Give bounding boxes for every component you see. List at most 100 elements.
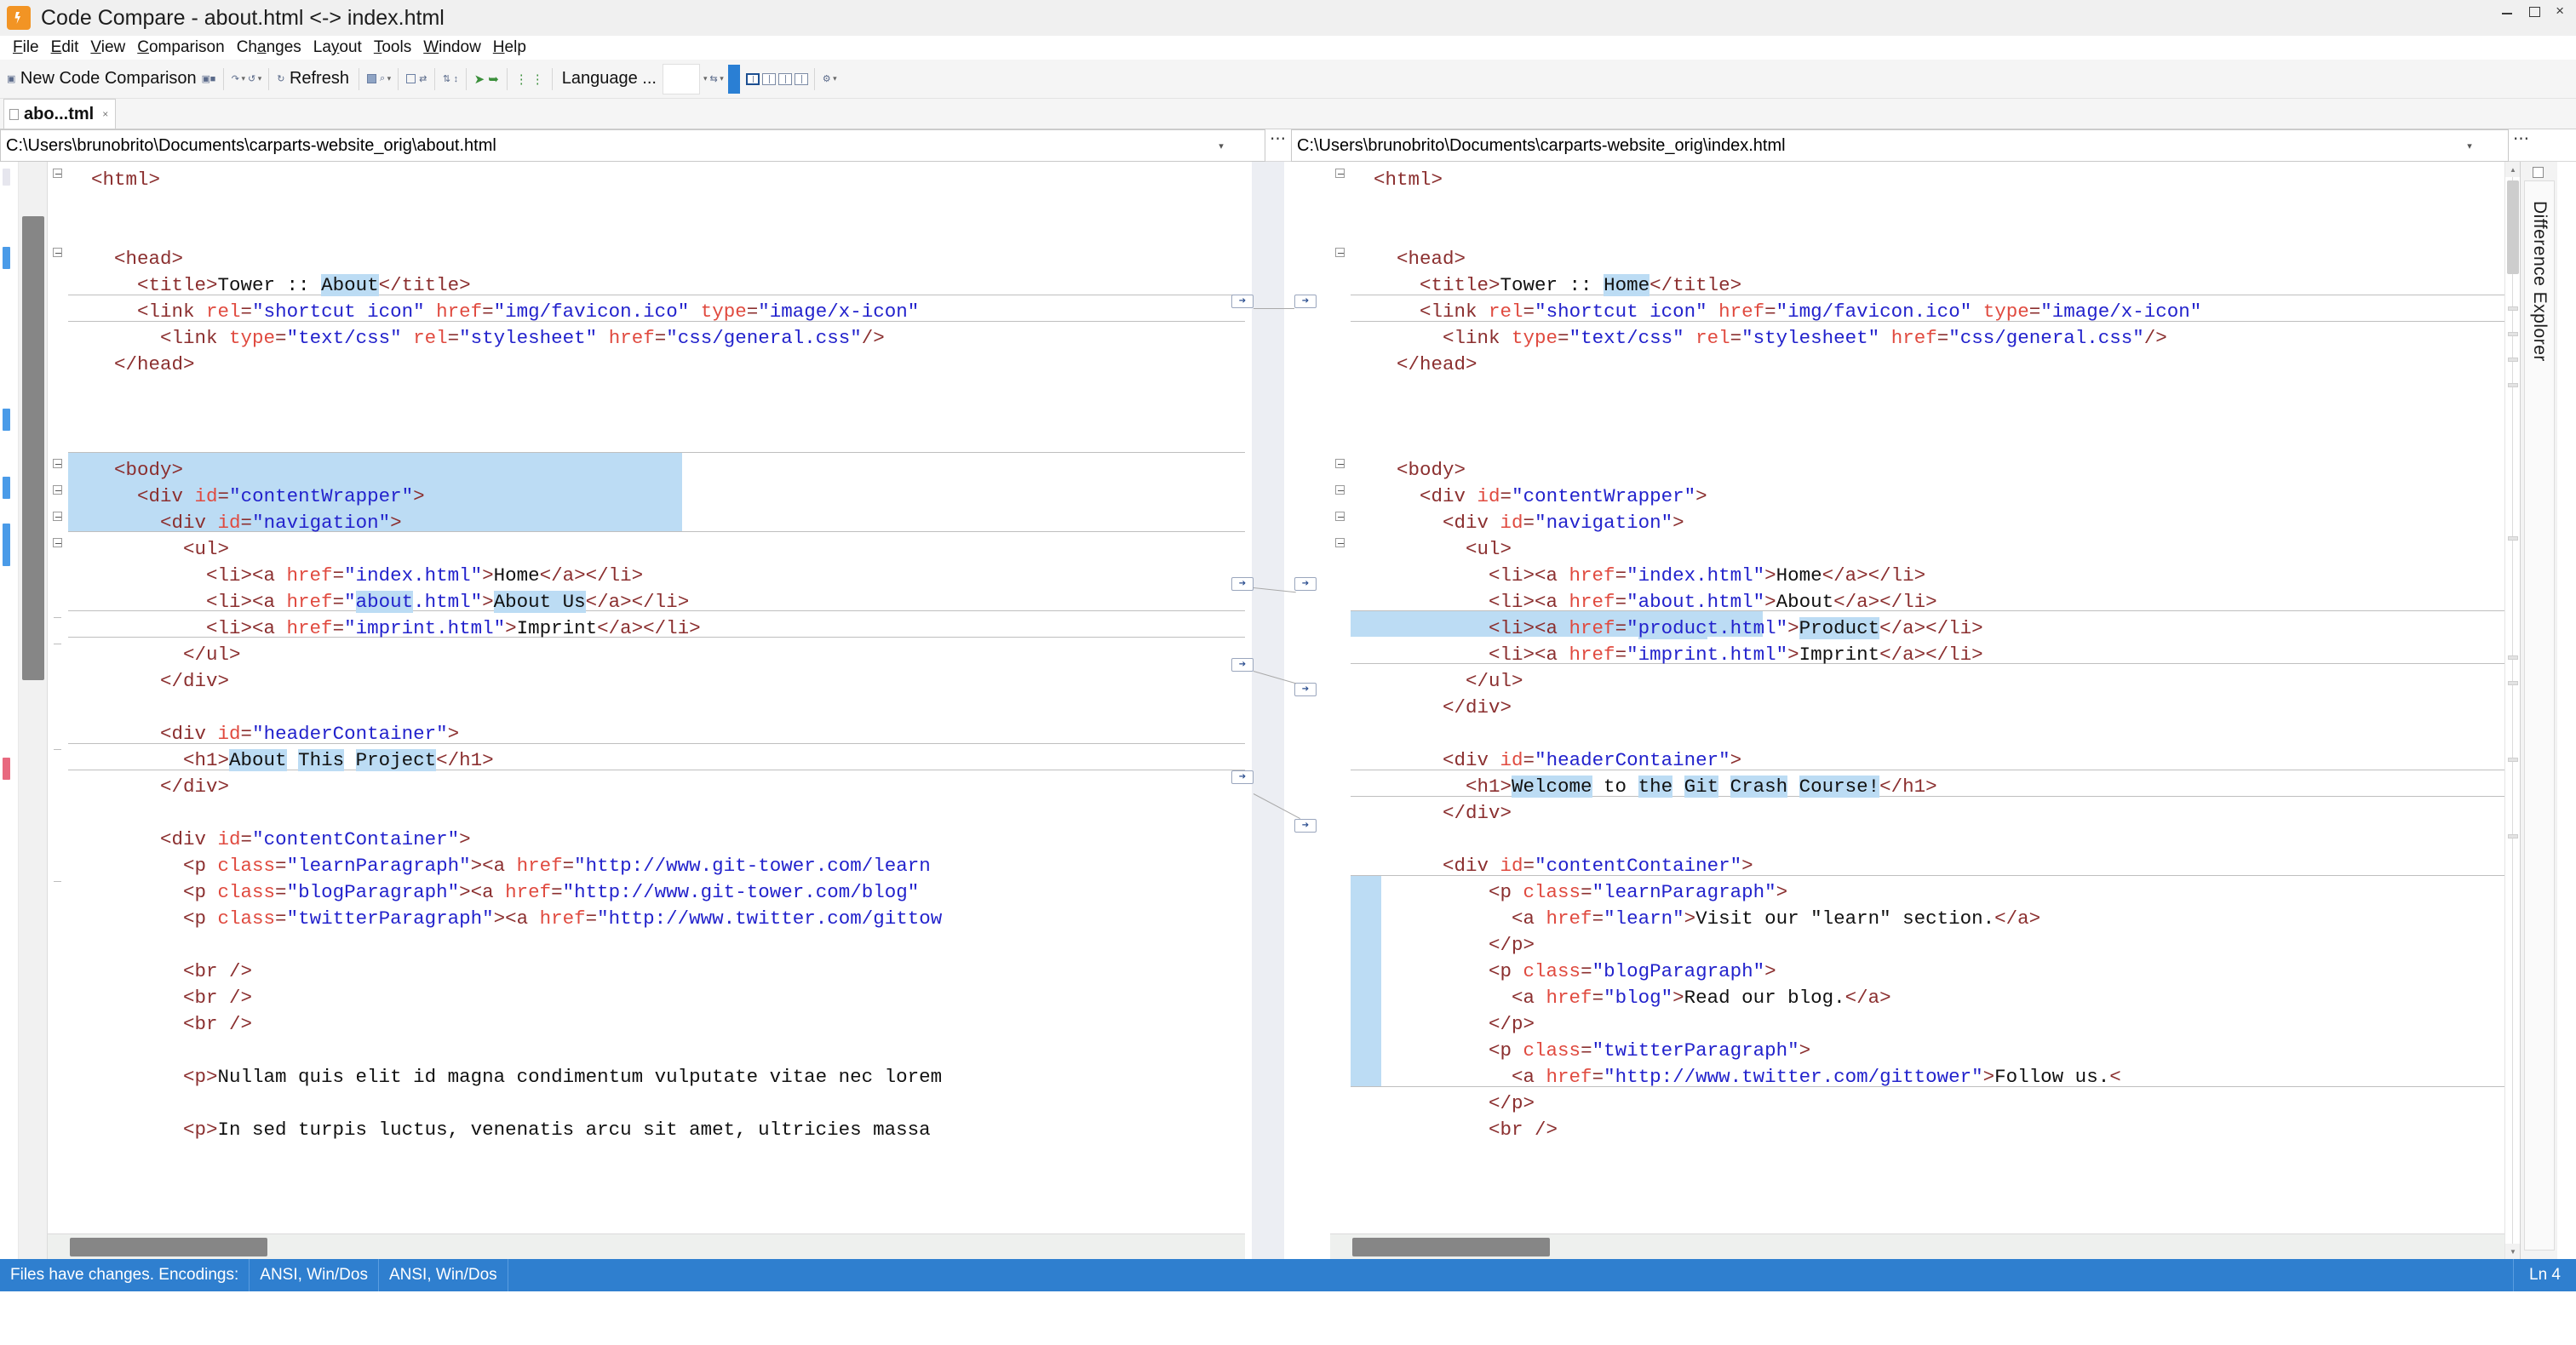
code-token: >: [1730, 749, 1742, 771]
collapse-all-icon[interactable]: ↕: [452, 74, 460, 84]
left-scroll-gutter[interactable]: [19, 162, 48, 1259]
settings-chevron-icon[interactable]: ▾: [832, 74, 838, 83]
copy-to-left-button[interactable]: ➔: [1294, 577, 1317, 591]
expand-all-icon[interactable]: ⇅: [441, 73, 452, 84]
left-path-more-icon[interactable]: ⋯: [1265, 129, 1291, 161]
left-path-box[interactable]: C:\Users\brunobrito\Documents\carparts-w…: [0, 129, 1265, 162]
redo-chevron-icon[interactable]: ▾: [257, 74, 263, 83]
new-comparison-icon[interactable]: ▣: [5, 73, 17, 84]
layout-vertical-icon[interactable]: [745, 72, 760, 85]
scroll-up-icon[interactable]: ▲: [2505, 162, 2520, 177]
code-line: </ul>: [68, 642, 1245, 668]
first-change-icon[interactable]: ⋮: [513, 72, 530, 87]
left-code-pane[interactable]: <html> <head> <title>Tower :: About</tit…: [48, 162, 1245, 1259]
status-bar: Files have changes. Encodings: ANSI, Win…: [0, 1259, 2576, 1291]
right-code-text[interactable]: <html> <head> <title>Tower :: Home</titl…: [1351, 162, 2520, 1259]
code-token: id: [1500, 512, 1523, 534]
fold-toggle-icon[interactable]: [53, 485, 62, 495]
fold-toggle-icon[interactable]: [53, 459, 62, 468]
layout-inline-icon[interactable]: [777, 72, 792, 85]
copy-to-left-button[interactable]: ➔: [1294, 295, 1317, 308]
settings-icon[interactable]: ⚙: [821, 73, 832, 84]
fold-toggle-icon[interactable]: [53, 512, 62, 521]
menu-edit[interactable]: Edit: [45, 38, 85, 57]
code-line: <div id="navigation">: [68, 510, 1245, 536]
menu-comparison[interactable]: Comparison: [131, 38, 230, 57]
code-token: >: [447, 723, 460, 745]
copy-to-right-button[interactable]: ➔: [1231, 658, 1254, 672]
fold-toggle-icon[interactable]: [1335, 459, 1345, 468]
close-icon[interactable]: ×: [2556, 3, 2564, 18]
right-path-box[interactable]: C:\Users\brunobrito\Documents\carparts-w…: [1291, 129, 2509, 162]
scroll-thumb[interactable]: [70, 1238, 267, 1256]
find-chevron-icon[interactable]: ▾: [387, 74, 393, 83]
merge-icon[interactable]: ⇄: [417, 73, 428, 84]
fold-toggle-icon[interactable]: [53, 248, 62, 257]
new-code-comparison-button[interactable]: New Code Comparison: [17, 69, 200, 89]
redo-icon[interactable]: ↺: [246, 73, 257, 84]
menu-window[interactable]: Window: [417, 38, 487, 57]
language-button[interactable]: Language ...: [559, 69, 660, 89]
code-token: =: [1558, 327, 1569, 349]
left-change-overview[interactable]: [0, 162, 19, 1259]
sync-scroll-chevron-icon[interactable]: ▾: [719, 74, 725, 83]
minimize-icon[interactable]: [2501, 5, 2513, 17]
next-change-icon[interactable]: ➤: [473, 72, 487, 87]
copy-to-left-button[interactable]: ➔: [1294, 683, 1317, 696]
right-vertical-scrollbar[interactable]: ▲ ▼: [2504, 162, 2520, 1259]
scroll-thumb[interactable]: [22, 216, 44, 680]
prev-change-icon[interactable]: ➥: [486, 72, 501, 87]
menu-changes[interactable]: Changes: [231, 38, 307, 57]
menu-view[interactable]: View: [84, 38, 131, 57]
left-code-text[interactable]: <html> <head> <title>Tower :: About</tit…: [68, 162, 1245, 1259]
maximize-icon[interactable]: [2528, 5, 2541, 17]
code-token: class: [217, 881, 276, 903]
scroll-down-icon[interactable]: ▼: [2505, 1244, 2520, 1259]
refresh-icon[interactable]: ↻: [275, 73, 286, 84]
code-token: id: [1477, 485, 1500, 507]
scroll-thumb[interactable]: [1352, 1238, 1550, 1256]
chevron-down-icon[interactable]: ▾: [1210, 140, 1232, 152]
fold-toggle-icon[interactable]: [1335, 485, 1345, 495]
menu-help[interactable]: Help: [487, 38, 532, 57]
copy-to-left-button[interactable]: ➔: [1294, 819, 1317, 833]
menu-layout[interactable]: Layout: [307, 38, 368, 57]
copy-to-right-button[interactable]: ➔: [1231, 295, 1254, 308]
fold-toggle-icon[interactable]: [1335, 512, 1345, 521]
fold-toggle-icon[interactable]: [1335, 538, 1345, 547]
fold-toggle-icon[interactable]: [53, 169, 62, 178]
close-tab-icon[interactable]: ×: [102, 108, 108, 120]
menu-file[interactable]: File: [7, 38, 45, 57]
language-value-box[interactable]: [662, 63, 700, 94]
code-line: <li><a href="about.html">About Us</a></l…: [68, 589, 1245, 615]
layout-unified-icon[interactable]: [794, 72, 808, 85]
left-horizontal-scrollbar[interactable]: [48, 1233, 1245, 1259]
right-horizontal-scrollbar[interactable]: [1330, 1233, 2504, 1259]
bookmark-icon[interactable]: [366, 74, 376, 83]
tab-about-html[interactable]: abo...tml ×: [3, 99, 117, 129]
fold-toggle-icon[interactable]: [1335, 248, 1345, 257]
last-change-icon[interactable]: ⋮: [530, 72, 546, 87]
right-path-more-icon[interactable]: ⋯: [2509, 129, 2534, 161]
refresh-button[interactable]: Refresh: [286, 69, 353, 89]
layout-horizontal-icon[interactable]: [761, 72, 776, 85]
find-icon[interactable]: ⌕: [378, 73, 387, 84]
fold-toggle-icon[interactable]: [53, 538, 62, 547]
menu-tools[interactable]: Tools: [368, 38, 417, 57]
overview-mark: [3, 477, 10, 499]
open-icon[interactable]: ▣■: [200, 73, 217, 84]
undo-icon[interactable]: ↷: [230, 73, 241, 84]
chevron-down-icon[interactable]: ▾: [2458, 140, 2481, 152]
right-code-pane[interactable]: <html> <head> <title>Tower :: Home</titl…: [1330, 162, 2520, 1259]
scroll-thumb[interactable]: [2507, 180, 2519, 274]
code-token: "contentWrapper": [1512, 485, 1696, 507]
copy-to-right-button[interactable]: ➔: [1231, 577, 1254, 591]
code-token: />: [2143, 327, 2167, 349]
code-token: >: [1764, 564, 1776, 587]
pin-icon[interactable]: [2533, 167, 2544, 178]
fold-toggle-icon[interactable]: [1335, 169, 1345, 178]
copy-to-right-button[interactable]: ➔: [1231, 770, 1254, 784]
sync-scroll-icon[interactable]: ⇆: [709, 73, 720, 84]
copy-icon[interactable]: [406, 74, 416, 83]
difference-explorer-panel[interactable]: Difference Explorer: [2520, 162, 2557, 1259]
